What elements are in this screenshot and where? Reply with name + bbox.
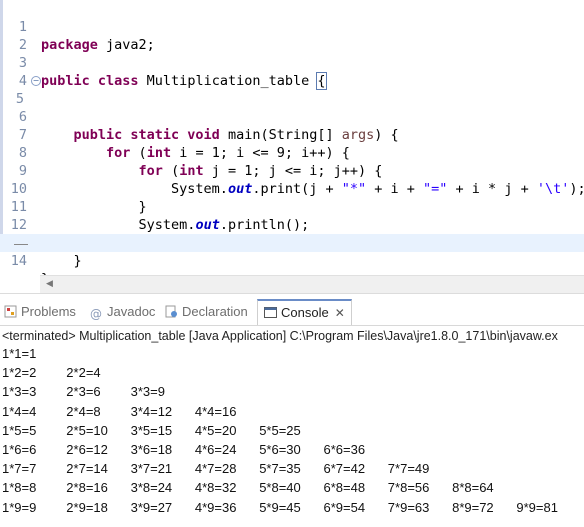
console-entry: 6*6=36: [323, 442, 366, 457]
bottom-panel-tabs: Problems @ Javadoc Declaration Console ✕: [0, 299, 584, 326]
code-editor[interactable]: 1 package java2; 2 3 public class Multip…: [0, 0, 584, 287]
console-entry: 5*5=25: [259, 422, 301, 438]
code-text: }: [41, 253, 82, 269]
console-status: <terminated> Multiplication_table [Java …: [2, 329, 558, 343]
scroll-left-icon[interactable]: ◀: [46, 279, 53, 289]
console-entry: 3*3=9: [130, 384, 165, 400]
console-entry: 5*8=40: [259, 480, 301, 496]
line-number: 14: [10, 253, 27, 269]
console-entry: 3*9=27: [130, 499, 173, 515]
close-icon[interactable]: ✕: [335, 306, 345, 320]
console-entry: 2*6=12: [66, 442, 108, 457]
console-entry: 4*8=32: [194, 480, 237, 496]
code-line-10[interactable]: 10 }: [0, 162, 584, 215]
console-entry: 3*4=12: [130, 403, 173, 419]
console-entry: 7*7=49: [387, 461, 430, 477]
console-entry: 2*7=14: [66, 461, 108, 477]
code-line-11[interactable]: 11 System.out.println();: [0, 180, 584, 233]
console-icon: [264, 307, 277, 318]
console-entry: 4*7=28: [194, 461, 237, 477]
console-entry: 8*8=64: [452, 480, 494, 496]
console-entry: 1*4=4: [2, 403, 37, 419]
code-line-3[interactable]: 3 public class Multiplication_table {: [0, 36, 584, 90]
cursor-line-marker: [14, 244, 28, 245]
console-entry: 2*3=6: [66, 384, 101, 400]
console-entry: 5*7=35: [259, 461, 301, 477]
console-entry: 1*3=3: [2, 384, 37, 400]
console-entry: 2*8=16: [66, 480, 108, 496]
console-entry: 1*5=5: [2, 422, 37, 438]
console-entry: 2*2=4: [66, 365, 101, 381]
console-entry: 4*6=24: [194, 442, 237, 457]
code-line-1[interactable]: 1 package java2;: [0, 0, 584, 53]
console-entry: 1*9=9: [2, 499, 37, 515]
console-entry: 3*8=24: [130, 480, 173, 496]
console-entry: 3*7=21: [130, 461, 173, 477]
tab-label: Declaration: [182, 304, 248, 319]
console-entry: 9*9=81: [516, 499, 558, 515]
console-entry: 7*9=63: [387, 499, 430, 515]
console-entry: 6*9=54: [323, 499, 366, 515]
code-line-6[interactable]: 6: [0, 90, 584, 125]
console-entry: 7*8=56: [387, 480, 430, 496]
tab-problems[interactable]: Problems: [4, 299, 76, 325]
console-entry: 3*6=18: [130, 442, 173, 457]
console-entry: 3*5=15: [130, 422, 173, 438]
console-entry: 1*6=6: [2, 442, 37, 457]
declaration-icon: [165, 305, 177, 318]
fold-toggle-icon[interactable]: −: [31, 76, 41, 86]
console-entry: 6*7=42: [323, 461, 366, 477]
code-line-12[interactable]: 12 }: [0, 198, 584, 251]
code-line-14[interactable]: 14 }: [0, 234, 584, 287]
console-entry: 1*1=1: [2, 346, 37, 361]
console-entry: 5*9=45: [259, 499, 301, 515]
console-entry: 2*9=18: [66, 499, 108, 515]
code-line-4[interactable]: 4: [0, 54, 584, 89]
code-line-13[interactable]: 13 }: [0, 216, 584, 269]
console-entry: 4*4=16: [194, 403, 237, 419]
problems-icon: [4, 305, 17, 318]
horizontal-scrollbar[interactable]: ◀: [40, 275, 584, 294]
console-entry: 1*2=2: [2, 365, 37, 381]
console-entry: 5*6=30: [259, 442, 301, 457]
console-entry: 1*7=7: [2, 461, 37, 477]
console-entry: 6*8=48: [323, 480, 366, 496]
code-line-9[interactable]: 9 System.out.print(j + "*" + i + "=" + i…: [0, 144, 584, 197]
tab-declaration[interactable]: Declaration: [165, 299, 248, 325]
code-line-7[interactable]: 7 for (int i = 1; i <= 9; i++) {: [0, 108, 584, 161]
console-entry: 2*5=10: [66, 422, 108, 438]
console-entry: 8*9=72: [452, 499, 494, 515]
tab-label: Problems: [21, 304, 76, 319]
tab-javadoc[interactable]: @ Javadoc: [90, 299, 155, 325]
console-entry: 2*4=8: [66, 403, 101, 419]
javadoc-icon: @: [90, 307, 102, 321]
code-line-2[interactable]: 2: [0, 18, 584, 53]
tab-label: Javadoc: [107, 304, 156, 319]
tab-console[interactable]: Console ✕: [257, 299, 352, 325]
code-line-5[interactable]: 5 − public static void main(String[] arg…: [0, 72, 584, 143]
console-entry: 1*8=8: [2, 480, 37, 496]
tab-label: Console: [281, 305, 329, 320]
code-line-8[interactable]: 8 for (int j = 1; j <= i; j++) {: [0, 126, 584, 179]
console-entry: 4*9=36: [194, 499, 237, 515]
console-entry: 4*5=20: [194, 422, 237, 438]
